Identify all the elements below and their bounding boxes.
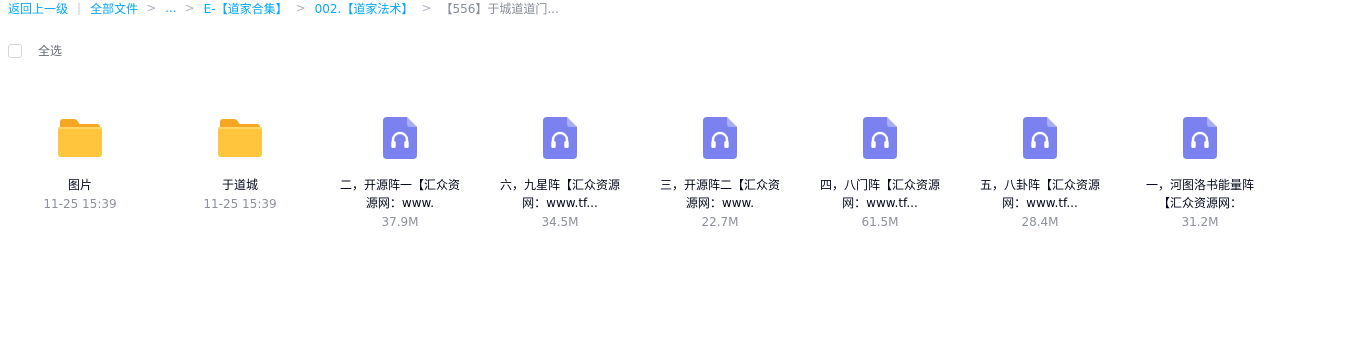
file-name: 一，河图洛书能量阵【汇众资源网： bbox=[1145, 178, 1254, 210]
breadcrumb-item-ellipsis[interactable]: ... bbox=[165, 1, 176, 15]
file-size: 28.4M bbox=[1021, 215, 1059, 229]
audio-file-icon bbox=[863, 117, 897, 159]
folder-icon bbox=[58, 119, 102, 157]
file-item-audio[interactable]: 五，八卦阵【汇众资源网：www.tf... 28.4M bbox=[980, 110, 1100, 231]
file-item-folder[interactable]: 于道城 11-25 15:39 bbox=[180, 110, 300, 213]
breadcrumb-divider: | bbox=[77, 1, 82, 15]
breadcrumb-item-daoist-collection[interactable]: E-【道家合集】 bbox=[204, 0, 288, 17]
file-size: 37.9M bbox=[381, 215, 419, 229]
file-name: 六，九星阵【汇众资源网：www.tf... bbox=[500, 178, 620, 210]
file-size: 61.5M bbox=[861, 215, 899, 229]
file-item-audio[interactable]: 三，开源阵二【汇众资源网：www. 22.7M bbox=[660, 110, 780, 231]
file-item-audio[interactable]: 二，开源阵一【汇众资源网：www. 37.9M bbox=[340, 110, 460, 231]
file-name: 四，八门阵【汇众资源网：www.tf... bbox=[820, 178, 940, 210]
breadcrumb: 返回上一级 | 全部文件 > ... > E-【道家合集】 > 002.【道家法… bbox=[8, 0, 559, 16]
file-item-folder[interactable]: 图片 11-25 15:39 bbox=[20, 110, 140, 213]
file-name: 三，开源阵二【汇众资源网：www. bbox=[660, 178, 780, 210]
file-item-audio[interactable]: 一，河图洛书能量阵【汇众资源网： 31.2M bbox=[1140, 110, 1260, 231]
file-size: 31.2M bbox=[1181, 215, 1219, 229]
breadcrumb-item-all-files[interactable]: 全部文件 bbox=[90, 0, 138, 17]
file-item-audio[interactable]: 六，九星阵【汇众资源网：www.tf... 34.5M bbox=[500, 110, 620, 231]
file-name: 于道城 bbox=[221, 178, 258, 192]
file-date: 11-25 15:39 bbox=[43, 197, 117, 211]
file-name: 图片 bbox=[67, 178, 92, 192]
file-name: 五，八卦阵【汇众资源网：www.tf... bbox=[980, 178, 1100, 210]
breadcrumb-current-folder: 【556】于城道道门... bbox=[440, 1, 559, 16]
back-link[interactable]: 返回上一级 bbox=[8, 0, 68, 17]
file-name: 二，开源阵一【汇众资源网：www. bbox=[340, 178, 460, 210]
file-size: 22.7M bbox=[701, 215, 739, 229]
audio-file-icon bbox=[383, 117, 417, 159]
audio-file-icon bbox=[543, 117, 577, 159]
audio-file-icon bbox=[1183, 117, 1217, 159]
audio-file-icon bbox=[1023, 117, 1057, 159]
breadcrumb-separator: > bbox=[421, 1, 432, 15]
breadcrumb-separator: > bbox=[184, 1, 195, 15]
select-all-checkbox[interactable] bbox=[8, 43, 22, 58]
select-all-label: 全选 bbox=[38, 44, 63, 58]
breadcrumb-item-daoist-magic[interactable]: 002.【道家法术】 bbox=[315, 0, 414, 17]
select-all[interactable]: 全选 bbox=[8, 42, 62, 59]
audio-file-icon bbox=[703, 117, 737, 159]
file-grid: 图片 11-25 15:39 于道城 11-25 15:39 二，开源阵一【汇众… bbox=[0, 110, 1355, 240]
folder-icon bbox=[218, 119, 262, 157]
breadcrumb-separator: > bbox=[295, 1, 306, 15]
file-date: 11-25 15:39 bbox=[203, 197, 277, 211]
file-item-audio[interactable]: 四，八门阵【汇众资源网：www.tf... 61.5M bbox=[820, 110, 940, 231]
breadcrumb-separator: > bbox=[146, 1, 157, 15]
file-size: 34.5M bbox=[541, 215, 579, 229]
